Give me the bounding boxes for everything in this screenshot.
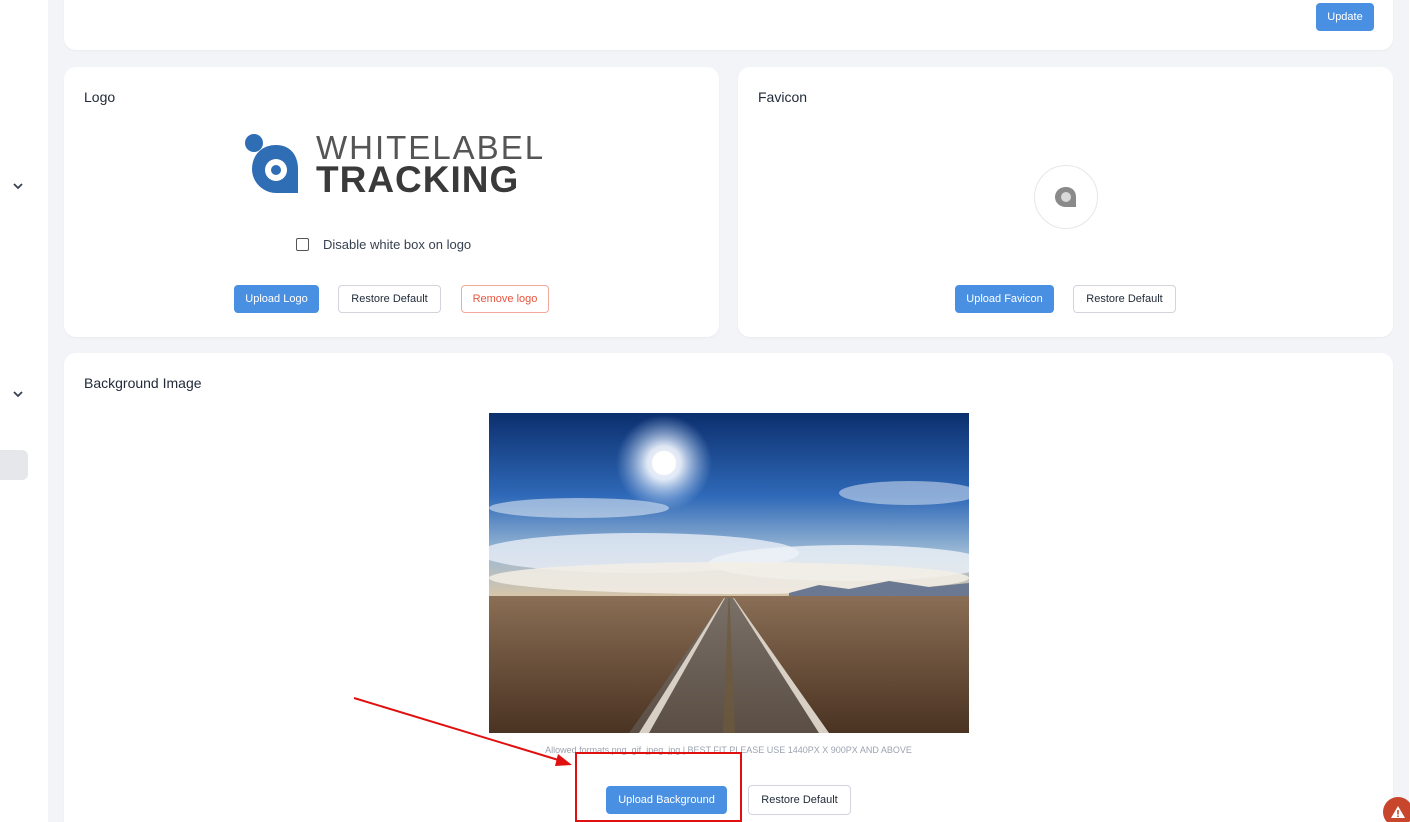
logo-card-title: Logo xyxy=(84,89,116,105)
background-card-title: Background Image xyxy=(84,375,202,391)
upload-favicon-button[interactable]: Upload Favicon xyxy=(955,285,1054,313)
remove-logo-button[interactable]: Remove logo xyxy=(461,285,549,313)
warning-badge[interactable] xyxy=(1383,797,1410,822)
upload-logo-button[interactable]: Upload Logo xyxy=(234,285,319,313)
logo-card: Logo WHITELABEL TRACKING Disable white b… xyxy=(64,67,719,337)
warning-icon xyxy=(1391,806,1405,818)
restore-background-default-button[interactable]: Restore Default xyxy=(748,785,851,815)
update-button[interactable]: Update xyxy=(1316,3,1374,31)
restore-logo-default-button[interactable]: Restore Default xyxy=(338,285,441,313)
disable-white-box-label: Disable white box on logo xyxy=(323,237,472,252)
chevron-down-icon[interactable] xyxy=(11,179,25,193)
sidebar xyxy=(0,0,48,822)
sidebar-active-item[interactable] xyxy=(0,450,28,480)
road-landscape-image xyxy=(489,413,969,733)
favicon-preview xyxy=(1034,165,1098,229)
disable-white-box-row[interactable]: Disable white box on logo xyxy=(296,237,471,252)
brand-logo-icon xyxy=(245,134,298,193)
disable-white-box-checkbox[interactable] xyxy=(296,238,309,251)
favicon-card-title: Favicon xyxy=(758,89,808,105)
chevron-down-icon[interactable] xyxy=(11,387,25,401)
background-preview-image xyxy=(489,413,969,733)
annotation-highlight-box xyxy=(575,752,742,822)
settings-card-top: Update xyxy=(64,0,1393,50)
restore-favicon-default-button[interactable]: Restore Default xyxy=(1073,285,1176,313)
brand-text-line2: TRACKING xyxy=(316,159,520,200)
favicon-card: Favicon Upload Favicon Restore Default xyxy=(738,67,1393,337)
favicon-icon xyxy=(1055,187,1076,207)
annotation-arrow xyxy=(353,697,572,766)
